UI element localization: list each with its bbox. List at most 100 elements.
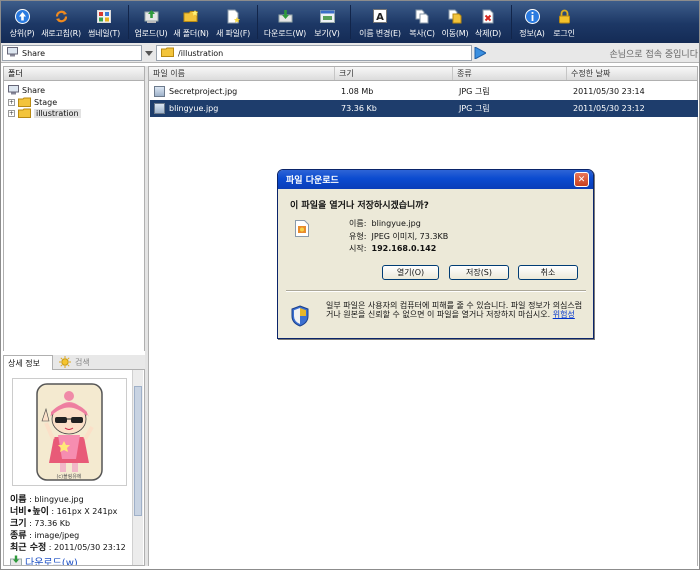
tree-item-share[interactable]: Share (8, 84, 46, 97)
guest-status: 손님으로 접속 중입니다 (609, 50, 698, 60)
details-pane: (c)블링유에 이름 : blingyue.jpg 너비•높이 : 161px … (3, 370, 145, 566)
toolbar: 상위(P) 새로고침(R) 썸네일(T) 업로드(U) 새 폴더(N) 새 파일… (0, 0, 700, 43)
tree-item-label: Share (22, 86, 46, 95)
image-file-icon (154, 86, 165, 97)
address-bar: Share /illustration 손님으로 접속 중입니다 (0, 43, 700, 63)
path-input[interactable]: /illustration (156, 45, 472, 61)
new-file-button[interactable]: 새 파일(F) (213, 0, 253, 43)
toolbar-separator (128, 5, 129, 39)
expand-icon[interactable]: + (8, 110, 15, 117)
new-file-icon (225, 8, 241, 24)
cancel-button[interactable]: 취소 (518, 265, 578, 280)
go-arrow-icon[interactable] (474, 46, 488, 60)
tree-item-label: Stage (34, 98, 58, 107)
details-tabs: 상세 정보 검색 (3, 355, 145, 370)
dialog-warning: 일부 파일은 사용자의 컴퓨터에 피해를 줄 수 있습니다. 파일 정보가 의심… (326, 301, 583, 319)
move-button[interactable]: 이동(M) (439, 0, 471, 43)
delete-icon (480, 8, 496, 24)
computer-icon (7, 47, 18, 59)
column-header-type[interactable]: 종류 (453, 67, 567, 80)
share-combo-label: Share (22, 48, 46, 58)
toolbar-separator (257, 5, 258, 39)
info-button[interactable]: 정보(A) (516, 0, 548, 43)
file-name-cell: Secretproject.jpg (154, 83, 237, 100)
login-button[interactable]: 로그인 (548, 0, 580, 43)
folder-tree: Share + Stage + illustration (3, 81, 145, 351)
view-button[interactable]: 보기(V) (310, 0, 344, 43)
open-button[interactable]: 열기(O) (382, 265, 439, 280)
delete-button[interactable]: 삭제(D) (471, 0, 505, 43)
file-size-cell: 73.36 Kb (341, 104, 377, 113)
column-header-modified[interactable]: 수정한 날짜 (567, 67, 697, 80)
details-scrollbar[interactable] (132, 370, 143, 565)
download-icon (10, 555, 22, 565)
path-text: /illustration (178, 48, 224, 58)
download-icon (277, 8, 293, 24)
new-folder-icon (183, 8, 199, 24)
preview-caption: (c)블링유에 (56, 473, 81, 480)
tab-search-label: 검색 (75, 358, 90, 367)
view-icon (319, 8, 335, 24)
move-icon (447, 8, 463, 24)
new-folder-button[interactable]: 새 폴더(N) (169, 0, 213, 43)
chevron-down-icon[interactable] (143, 45, 155, 61)
copy-button[interactable]: 복사(C) (405, 0, 439, 43)
toolbar-separator (511, 5, 512, 39)
svg-text:A: A (376, 12, 384, 23)
lock-icon (556, 8, 572, 24)
dialog-from-field: 시작: 192.168.0.142 (349, 244, 437, 253)
detail-modified: 최근 수정 : 2011/05/30 23:12 (10, 543, 126, 553)
file-modified-cell: 2011/05/30 23:14 (573, 87, 645, 96)
file-modified-cell: 2011/05/30 23:12 (573, 104, 645, 113)
tree-item-label: illustration (34, 109, 81, 118)
image-file-icon (295, 220, 309, 237)
image-preview: (c)블링유에 (12, 378, 127, 486)
tab-search[interactable]: 검색 (59, 355, 90, 370)
character-illustration: (c)블링유에 (36, 383, 103, 481)
dialog-divider (286, 290, 586, 292)
risk-link[interactable]: 위험성 (553, 310, 575, 319)
file-name-cell: blingyue.jpg (154, 100, 218, 117)
info-icon (524, 8, 540, 24)
save-button[interactable]: 저장(S) (449, 265, 509, 280)
folder-icon (161, 47, 174, 59)
dialog-type-field: 유형: JPEG 이미지, 73.3KB (349, 232, 449, 241)
shield-icon (291, 305, 309, 327)
toolbar-separator (350, 5, 351, 39)
close-icon[interactable]: ✕ (574, 172, 589, 187)
rename-icon: A (372, 8, 388, 24)
column-header-size[interactable]: 크기 (335, 67, 453, 80)
dialog-name-field: 이름: blingyue.jpg (349, 219, 421, 228)
download-button[interactable]: 다운로드(W) (260, 0, 310, 43)
refresh-icon (53, 8, 69, 24)
tree-item-illustration[interactable]: + illustration (8, 108, 81, 119)
file-size-cell: 1.08 Mb (341, 87, 374, 96)
rename-button[interactable]: A 이름 변경(E) (355, 0, 405, 43)
thumbnail-icon (96, 8, 112, 24)
folder-icon (18, 108, 31, 120)
file-download-dialog: 파일 다운로드 ✕ 이 파일을 열거나 저장하시겠습니까? 이름: blingy… (277, 169, 594, 339)
tab-details[interactable]: 상세 정보 (3, 355, 53, 370)
expand-icon[interactable]: + (8, 99, 15, 106)
table-row[interactable]: blingyue.jpg 73.36 Kb JPG 그림 2011/05/30 … (150, 100, 698, 117)
refresh-button[interactable]: 새로고침(R) (38, 0, 84, 43)
sun-icon (59, 355, 71, 370)
computer-icon (8, 84, 19, 97)
details-download-link[interactable]: 다운로드(w) (10, 554, 78, 565)
file-list-header: 파일 이름 크기 종류 수정한 날짜 (148, 66, 698, 81)
tree-item-stage[interactable]: + Stage (8, 97, 57, 108)
share-combo[interactable]: Share (2, 45, 142, 61)
thumbnail-button[interactable]: 썸네일(T) (84, 0, 124, 43)
file-type-cell: JPG 그림 (459, 87, 490, 96)
scroll-thumb[interactable] (134, 386, 142, 516)
folder-pane-header: 폴더 (3, 66, 145, 81)
file-type-cell: JPG 그림 (459, 104, 490, 113)
upload-icon (143, 8, 159, 24)
dialog-titlebar[interactable]: 파일 다운로드 ✕ (278, 170, 593, 189)
upload-button[interactable]: 업로드(U) (133, 0, 169, 43)
column-header-name[interactable]: 파일 이름 (149, 67, 335, 80)
dialog-title: 파일 다운로드 (286, 176, 339, 186)
table-row[interactable]: Secretproject.jpg 1.08 Mb JPG 그림 2011/05… (150, 83, 698, 100)
up-button[interactable]: 상위(P) (6, 0, 38, 43)
dialog-question: 이 파일을 열거나 저장하시겠습니까? (290, 201, 429, 211)
